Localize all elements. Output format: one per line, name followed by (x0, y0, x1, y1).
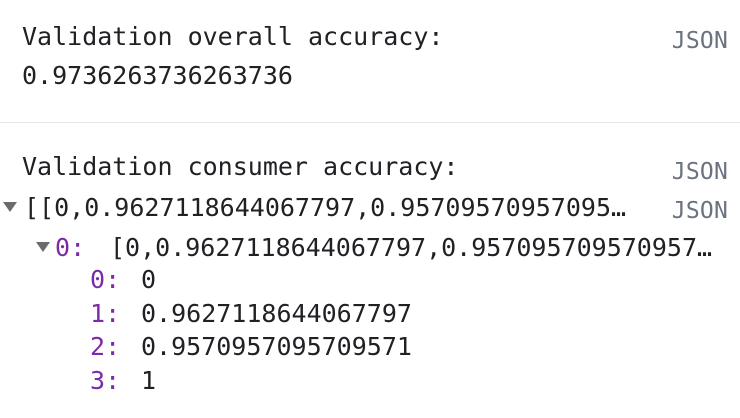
child-key-0: 0: (55, 233, 86, 262)
item-key-3: 3: (90, 366, 121, 395)
item-key-0: 0: (90, 265, 121, 294)
json-tag-array[interactable]: JSON (672, 196, 728, 226)
triangle-down-icon[interactable] (36, 242, 50, 252)
item-key-2: 2: (90, 332, 121, 361)
child-array-preview[interactable]: [0,0.9627118644067797,0.9570957095709571… (110, 233, 716, 263)
json-tag-consumer[interactable]: JSON (672, 157, 728, 187)
item-value-3: 1 (141, 366, 157, 395)
console-entry-overall: Validation overall accuracy: JSON 0.9736… (0, 0, 740, 122)
item-key-1: 1: (90, 299, 121, 328)
json-tag-overall[interactable]: JSON (672, 26, 728, 56)
overall-accuracy-label: Validation overall accuracy: (22, 22, 444, 51)
overall-accuracy-value: 0.9736263736263736 (22, 61, 293, 90)
consumer-array-preview[interactable]: [[0,0.9627118644067797,0.957095709570957… (24, 193, 632, 223)
item-value-2: 0.9570957095709571 (141, 332, 412, 361)
item-value-0: 0 (141, 265, 157, 294)
item-value-1: 0.9627118644067797 (141, 299, 412, 328)
console-entry-consumer: Validation consumer accuracy: JSON [[0,0… (0, 123, 740, 418)
consumer-accuracy-label: Validation consumer accuracy: (22, 152, 459, 181)
triangle-down-icon[interactable] (3, 202, 17, 212)
